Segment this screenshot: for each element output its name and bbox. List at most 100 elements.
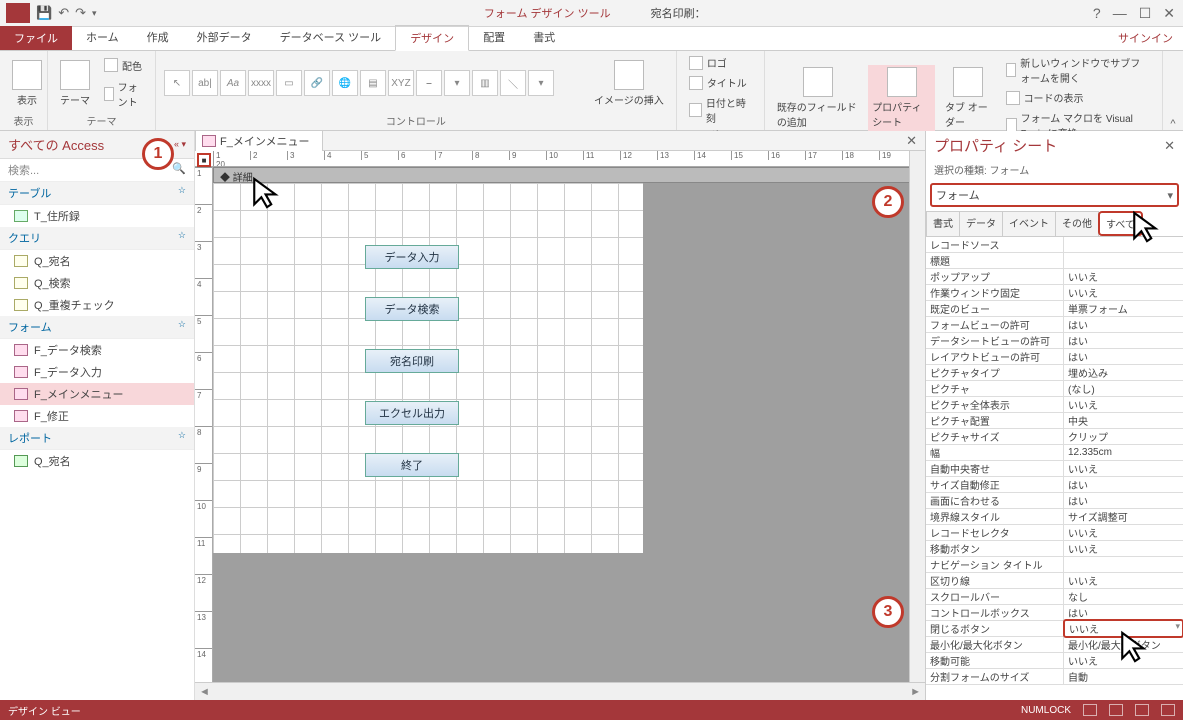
ribbon-tab[interactable]: ホーム	[72, 25, 133, 50]
property-value[interactable]: はい	[1064, 317, 1183, 332]
nav-item[interactable]: Q_宛名	[0, 250, 194, 272]
help-icon[interactable]: ?	[1093, 5, 1101, 22]
property-value[interactable]: 中央	[1064, 413, 1183, 428]
nav-group-header[interactable]: テーブル☆	[0, 182, 194, 205]
form-button-control[interactable]: データ検索	[365, 297, 459, 321]
nav-item[interactable]: F_データ入力	[0, 361, 194, 383]
property-value[interactable]: 単票フォーム	[1064, 301, 1183, 316]
option-group-icon[interactable]: XYZ	[388, 70, 414, 96]
form-selector[interactable]	[197, 153, 211, 167]
controls-gallery[interactable]: ↖ ab| Aa xxxx ▭ 🔗 🌐 ▤ XYZ ⎯ ▾ ▥ ＼ ▾	[164, 70, 584, 96]
property-value[interactable]: はい	[1064, 333, 1183, 348]
chart-icon[interactable]: ▥	[472, 70, 498, 96]
form-grid[interactable]: データ入力データ検索宛名印刷エクセル出力終了	[213, 183, 643, 553]
logo-button[interactable]: ロゴ	[685, 53, 756, 72]
property-row[interactable]: 自動中央寄せいいえ	[926, 461, 1183, 477]
collapse-ribbon-icon[interactable]: ^	[1163, 51, 1183, 130]
property-value[interactable]: いいえ	[1064, 541, 1183, 556]
property-sheet-button[interactable]: プロパティシート	[868, 65, 935, 131]
view-layout-icon[interactable]	[1135, 704, 1149, 716]
property-value[interactable]: いいえ	[1064, 461, 1183, 476]
property-value[interactable]: はい	[1064, 477, 1183, 492]
property-row[interactable]: レコードセレクタいいえ	[926, 525, 1183, 541]
nav-item[interactable]: F_データ検索	[0, 339, 194, 361]
textbox-icon[interactable]: ab|	[192, 70, 218, 96]
property-row[interactable]: 区切り線いいえ	[926, 573, 1183, 589]
property-value[interactable]: いいえ	[1064, 525, 1183, 540]
maximize-icon[interactable]: ☐	[1139, 5, 1152, 22]
horizontal-scrollbar[interactable]: ◄►	[195, 682, 925, 700]
nav-item[interactable]: Q_検索	[0, 272, 194, 294]
title-button[interactable]: タイトル	[685, 73, 756, 92]
detail-section-bar[interactable]: ◆ 詳細	[213, 167, 915, 183]
chevron-down-icon[interactable]: ▾	[1167, 189, 1173, 202]
property-value[interactable]: サイズ調整可	[1064, 509, 1183, 524]
ribbon-tab[interactable]: データベース ツール	[266, 25, 396, 50]
view-design-icon[interactable]	[1161, 704, 1175, 716]
property-row[interactable]: 境界線スタイルサイズ調整可	[926, 509, 1183, 525]
redo-icon[interactable]: ↷	[75, 5, 86, 21]
form-button-control[interactable]: データ入力	[365, 245, 459, 269]
save-icon[interactable]: 💾	[36, 5, 52, 21]
propsheet-close-icon[interactable]: ✕	[1164, 138, 1175, 154]
ribbon-tab[interactable]: 外部データ	[183, 25, 266, 50]
property-row[interactable]: ピクチャサイズクリップ	[926, 429, 1183, 445]
signin-link[interactable]: サインイン	[1108, 26, 1183, 50]
property-value[interactable]: (なし)	[1064, 381, 1183, 396]
colors-button[interactable]: 配色	[100, 56, 147, 75]
button-icon[interactable]: xxxx	[248, 70, 274, 96]
document-tab[interactable]: F_メインメニュー	[195, 131, 323, 151]
combo-icon[interactable]: ▾	[444, 70, 470, 96]
subform-button[interactable]: 新しいウィンドウでサブフォームを開く	[1002, 53, 1154, 87]
property-row[interactable]: レイアウトビューの許可はい	[926, 349, 1183, 365]
property-value[interactable]: いいえ	[1064, 397, 1183, 412]
datetime-button[interactable]: 日付と時刻	[685, 93, 756, 127]
property-row[interactable]: 移動ボタンいいえ	[926, 541, 1183, 557]
property-row[interactable]: ピクチャ全体表示いいえ	[926, 397, 1183, 413]
property-row[interactable]: スクロールバーなし	[926, 589, 1183, 605]
property-value[interactable]: なし	[1064, 589, 1183, 604]
insert-image-button[interactable]: イメージの挿入	[590, 58, 668, 109]
property-value[interactable]: クリップ	[1064, 429, 1183, 444]
property-row[interactable]: サイズ自動修正はい	[926, 477, 1183, 493]
view-datasheet-icon[interactable]	[1109, 704, 1123, 716]
canvas-background[interactable]: ◆ 詳細 データ入力データ検索宛名印刷エクセル出力終了	[213, 167, 915, 682]
view-button[interactable]: 表示	[8, 58, 46, 109]
property-row[interactable]: ナビゲーション タイトル	[926, 557, 1183, 573]
property-value[interactable]: 埋め込み	[1064, 365, 1183, 380]
nav-item[interactable]: Q_重複チェック	[0, 294, 194, 316]
vertical-scrollbar[interactable]	[909, 151, 925, 682]
fonts-button[interactable]: フォント	[100, 77, 147, 111]
property-row[interactable]: 作業ウィンドウ固定いいえ	[926, 285, 1183, 301]
search-icon[interactable]: 🔍	[172, 162, 186, 178]
select-tool-icon[interactable]: ↖	[164, 70, 190, 96]
nav-item[interactable]: T_住所録	[0, 205, 194, 227]
close-tab-icon[interactable]: ✕	[898, 133, 925, 149]
more-icon[interactable]: ▾	[528, 70, 554, 96]
view-code-button[interactable]: コードの表示	[1002, 88, 1154, 107]
nav-icon[interactable]: ▤	[360, 70, 386, 96]
close-icon[interactable]: ✕	[1163, 5, 1175, 22]
ribbon-tab[interactable]: 作成	[133, 25, 183, 50]
property-row[interactable]: 既定のビュー単票フォーム	[926, 301, 1183, 317]
link-icon[interactable]: 🔗	[304, 70, 330, 96]
minimize-icon[interactable]: —	[1113, 5, 1127, 22]
form-button-control[interactable]: 宛名印刷	[365, 349, 459, 373]
property-row[interactable]: データシートビューの許可はい	[926, 333, 1183, 349]
nav-item[interactable]: Q_宛名	[0, 450, 194, 472]
property-row[interactable]: ピクチャタイプ埋め込み	[926, 365, 1183, 381]
nav-item[interactable]: F_修正	[0, 405, 194, 427]
form-button-control[interactable]: 終了	[365, 453, 459, 477]
chevron-down-icon[interactable]: « ▾	[174, 139, 186, 150]
file-tab[interactable]: ファイル	[0, 26, 72, 50]
nav-item[interactable]: F_メインメニュー	[0, 383, 194, 405]
nav-group-header[interactable]: クエリ☆	[0, 227, 194, 250]
property-value[interactable]: はい	[1064, 493, 1183, 508]
view-form-icon[interactable]	[1083, 704, 1097, 716]
pagebreak-icon[interactable]: ⎯	[416, 70, 442, 96]
property-value[interactable]: 12.335cm	[1064, 447, 1183, 458]
nav-group-header[interactable]: レポート☆	[0, 427, 194, 450]
property-value[interactable]: いいえ	[1064, 269, 1183, 284]
property-row[interactable]: ピクチャ配置中央	[926, 413, 1183, 429]
form-button-control[interactable]: エクセル出力	[365, 401, 459, 425]
